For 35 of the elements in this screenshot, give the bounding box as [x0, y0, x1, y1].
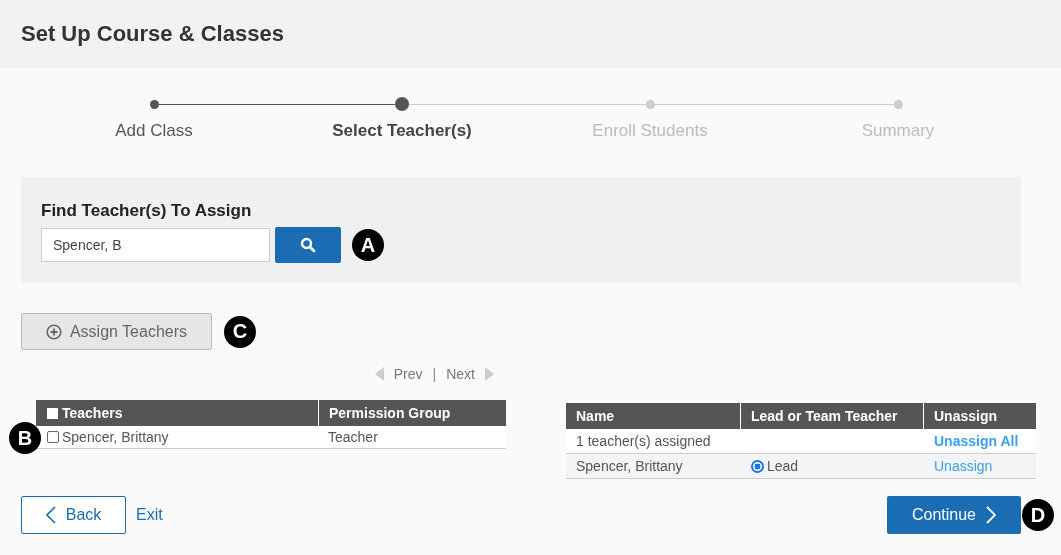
lead-radio[interactable]	[751, 459, 764, 473]
callout-marker: C	[224, 315, 256, 348]
assign-teachers-button[interactable]: Assign Teachers	[21, 313, 212, 350]
search-title: Find Teacher(s) To Assign	[41, 201, 253, 221]
continue-button[interactable]: Continue	[887, 496, 1021, 534]
radio-label: Lead	[767, 458, 799, 474]
exit-link[interactable]: Exit	[136, 506, 163, 524]
step-label: Enroll Students	[592, 121, 708, 141]
pager-separator: |	[432, 366, 437, 382]
step-label: Add Class	[115, 121, 193, 141]
table-cell-text: Spencer, Brittany	[575, 457, 684, 476]
plus-circle-icon	[45, 323, 62, 340]
next-link[interactable]: Next	[446, 366, 475, 382]
chevron-left-icon	[45, 506, 56, 524]
column-header: Teachers	[62, 405, 123, 421]
callout-marker: A	[352, 229, 384, 261]
step-label: Summary	[861, 121, 935, 141]
teacher-name: Spencer, Brittany	[62, 429, 169, 445]
step-label: Select Teacher(s)	[332, 121, 472, 141]
unassign-all-link[interactable]: Unassign All	[934, 433, 1019, 449]
callout-marker: B	[9, 422, 41, 454]
table-cell-text: Teacher	[327, 428, 379, 447]
unassign-link[interactable]: Unassign	[934, 458, 993, 474]
column-header: Name	[575, 407, 616, 426]
search-button[interactable]	[275, 227, 341, 263]
callout-marker: D	[1022, 499, 1054, 531]
back-button[interactable]: Back	[21, 496, 126, 534]
page-title: Set Up Course & Classes	[21, 21, 284, 47]
search-icon	[300, 237, 316, 253]
row-checkbox[interactable]	[47, 431, 59, 443]
chevron-right-icon	[986, 506, 996, 524]
prev-link[interactable]: Prev	[393, 366, 423, 382]
table-cell-text: 1 teacher(s) assigned	[575, 432, 712, 451]
search-field[interactable]: Spencer, B	[41, 228, 270, 262]
select-all-checkbox[interactable]	[47, 407, 58, 419]
